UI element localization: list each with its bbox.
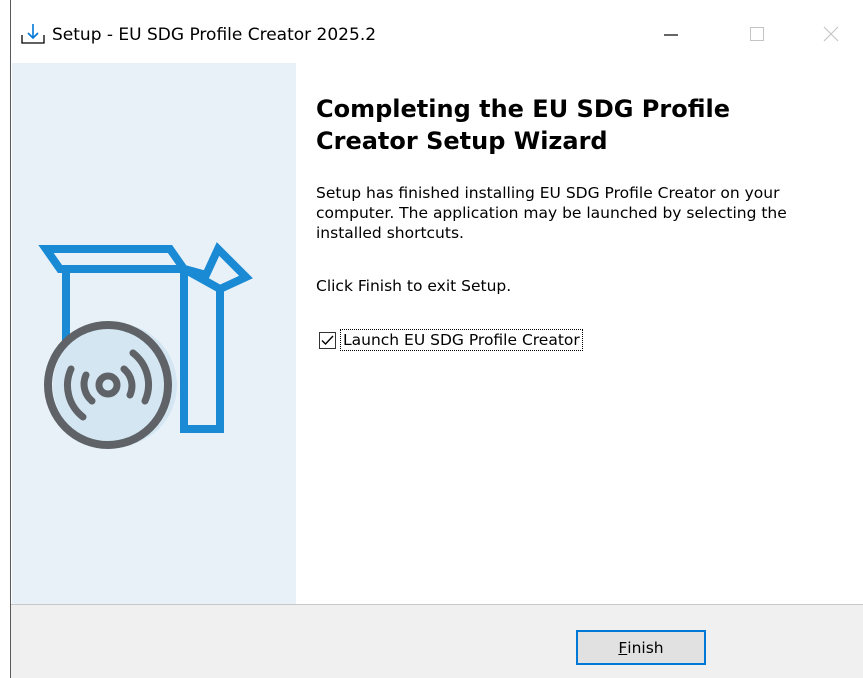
window-title: Setup - EU SDG Profile Creator 2025.2 (52, 25, 377, 45)
finish-button[interactable]: Finish (576, 630, 706, 665)
maximize-button[interactable] (734, 12, 780, 56)
page-title: Completing the EU SDG Profile Creator Se… (316, 95, 731, 155)
setup-download-icon (20, 22, 46, 46)
close-icon (823, 26, 839, 42)
launch-checkbox-label[interactable]: Launch EU SDG Profile Creator (340, 329, 583, 351)
finish-description: Setup has finished installing EU SDG Pro… (316, 184, 787, 242)
minimize-button[interactable] (648, 12, 694, 56)
wizard-content: Completing the EU SDG Profile Creator Se… (296, 63, 863, 604)
exit-instruction: Click Finish to exit Setup. (316, 277, 512, 295)
minimize-icon (663, 26, 679, 42)
wizard-footer: Finish (11, 605, 863, 678)
checkmark-icon (321, 335, 334, 345)
setup-window: Setup - EU SDG Profile Creator 2025.2 Co… (10, 0, 863, 678)
launch-checkbox[interactable] (319, 331, 336, 349)
close-button[interactable] (808, 12, 854, 56)
launch-option[interactable]: Launch EU SDG Profile Creator (319, 329, 583, 351)
finish-mnemonic: F (618, 638, 628, 657)
software-box-with-disc-icon (38, 242, 253, 449)
maximize-icon (749, 26, 765, 42)
wizard-side-panel (12, 63, 296, 604)
title-bar[interactable]: Setup - EU SDG Profile Creator 2025.2 (11, 0, 863, 63)
finish-label-rest: inish (627, 638, 664, 657)
